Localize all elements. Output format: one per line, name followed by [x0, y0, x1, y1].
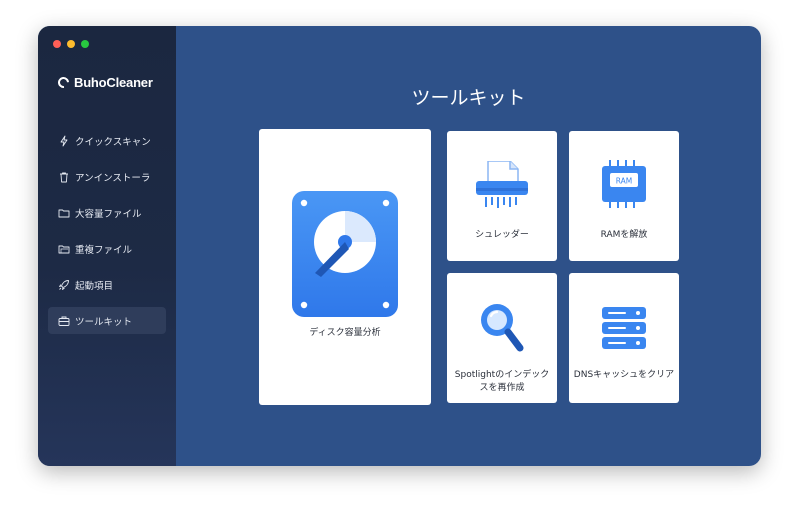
zoom-window-button[interactable] [81, 40, 89, 48]
tool-label: RAMを解放 [600, 230, 648, 240]
toolkit-icon [57, 314, 70, 327]
folder-icon [57, 206, 70, 219]
tool-label: Spotlightのインデックスを再作成 [454, 370, 550, 393]
app-brand: BuhoCleaner [55, 74, 153, 91]
disk-analyzer-icon [292, 191, 398, 321]
rocket-icon [57, 278, 70, 291]
app-name: BuhoCleaner [74, 75, 153, 90]
sidebar-item-uninstaller[interactable]: アンインストーラ [48, 163, 166, 190]
sidebar-item-label: クイックスキャン [75, 136, 151, 148]
server-icon [602, 307, 646, 353]
sidebar-item-duplicate-files[interactable]: 重複ファイル [48, 235, 166, 262]
sidebar-item-label: ツールキット [75, 316, 133, 328]
sidebar-item-label: 重複ファイル [75, 244, 133, 256]
sidebar-nav: クイックスキャン アンインストーラ 大容量ファイル 重複ファイル 起動項目 ツー… [48, 127, 166, 343]
duplicate-folder-icon [57, 242, 70, 255]
sidebar-item-label: アンインストーラ [75, 172, 151, 184]
ram-chip-label: RAM [616, 177, 633, 186]
tool-card-free-ram[interactable]: RAM RAMを解放 [569, 131, 679, 261]
tool-label: シュレッダー [475, 230, 529, 240]
app-logo-icon [55, 74, 72, 91]
trash-icon [57, 170, 70, 183]
sidebar-item-label: 大容量ファイル [75, 208, 142, 220]
sidebar-item-large-files[interactable]: 大容量ファイル [48, 199, 166, 226]
sidebar-item-label: 起動項目 [75, 280, 114, 292]
magnifier-icon [479, 302, 525, 356]
tool-card-shredder[interactable]: シュレッダー [447, 131, 557, 261]
sidebar-item-toolkit[interactable]: ツールキット [48, 307, 166, 334]
sidebar: BuhoCleaner クイックスキャン アンインストーラ 大容量ファイル 重複… [38, 26, 176, 466]
minimize-window-button[interactable] [67, 40, 75, 48]
sidebar-item-startup-items[interactable]: 起動項目 [48, 271, 166, 298]
ram-icon: RAM [600, 160, 648, 212]
app-window: BuhoCleaner クイックスキャン アンインストーラ 大容量ファイル 重複… [38, 26, 761, 466]
close-window-button[interactable] [53, 40, 61, 48]
main-content: ツールキット ディスク容量分析 シュレッダー RAM RAMを解放 Spotli… [176, 26, 761, 466]
lightning-icon [57, 134, 70, 147]
tool-label: ディスク容量分析 [309, 328, 381, 338]
page-title: ツールキット [411, 87, 526, 109]
shredder-icon [474, 160, 530, 213]
tool-card-disk-analyzer[interactable]: ディスク容量分析 [259, 129, 431, 405]
window-controls [53, 40, 89, 48]
tool-card-rebuild-spotlight[interactable]: Spotlightのインデックスを再作成 [447, 273, 557, 403]
tool-card-clear-dns-cache[interactable]: DNSキャッシュをクリア [569, 273, 679, 403]
sidebar-item-quick-scan[interactable]: クイックスキャン [48, 127, 166, 154]
tool-label: DNSキャッシュをクリア [573, 370, 675, 380]
